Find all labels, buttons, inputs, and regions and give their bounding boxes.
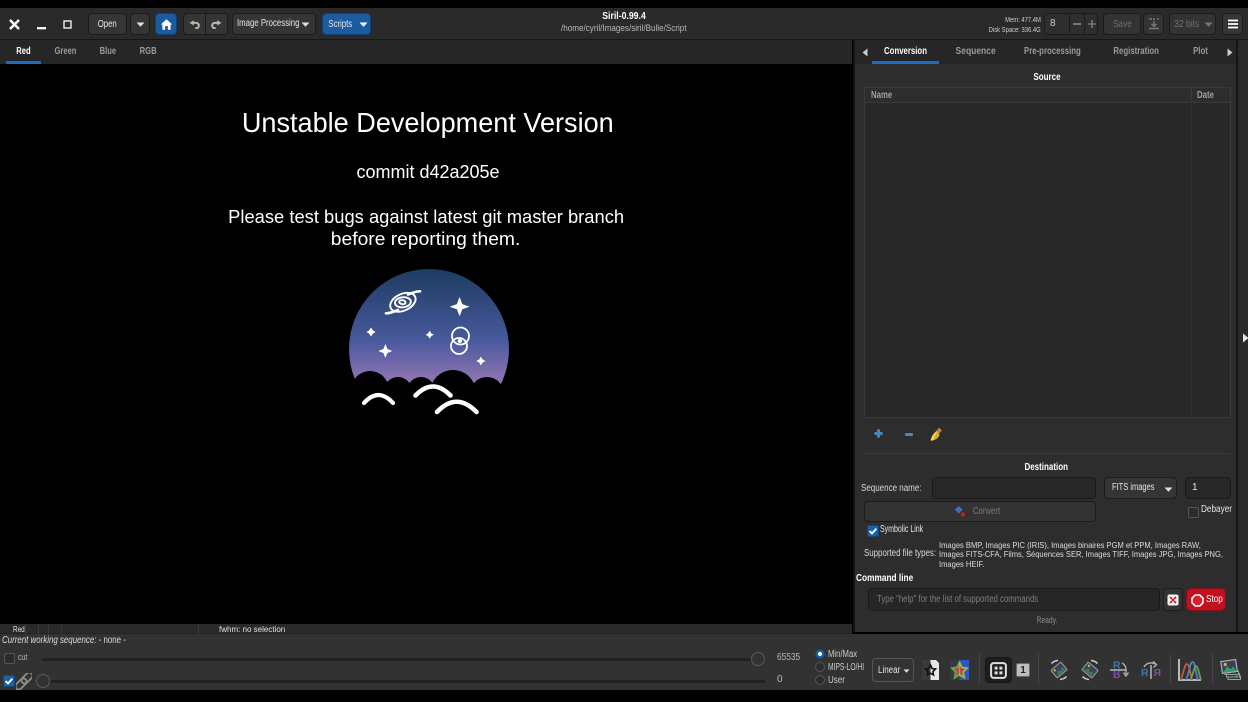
svg-text:R: R — [1141, 667, 1149, 679]
svg-text:R: R — [1153, 667, 1161, 679]
